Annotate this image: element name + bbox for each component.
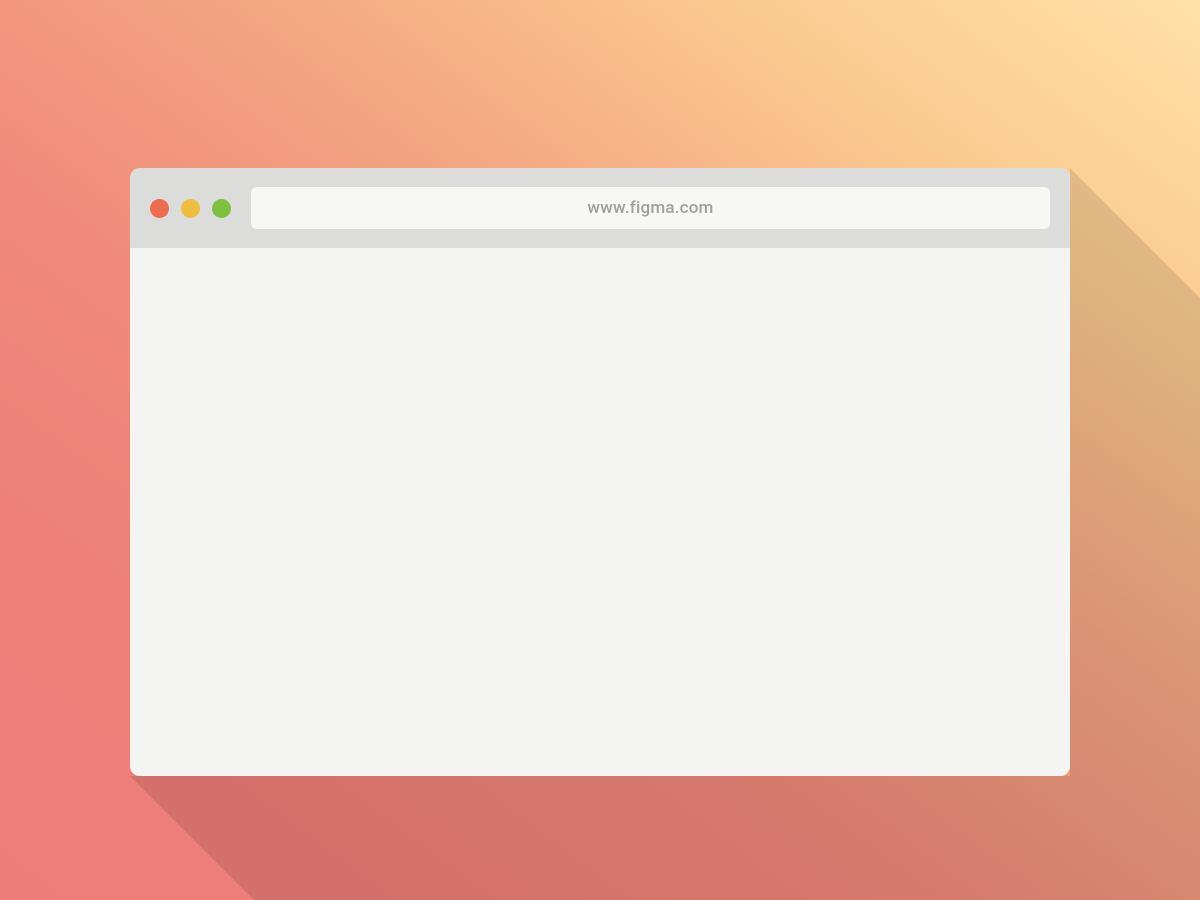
browser-title-bar: www.figma.com <box>130 168 1070 248</box>
address-bar-text: www.figma.com <box>587 198 713 218</box>
close-icon[interactable] <box>150 199 169 218</box>
browser-viewport <box>130 248 1070 776</box>
traffic-lights <box>150 199 231 218</box>
minimize-icon[interactable] <box>181 199 200 218</box>
address-bar[interactable]: www.figma.com <box>251 187 1050 229</box>
maximize-icon[interactable] <box>212 199 231 218</box>
browser-window: www.figma.com <box>130 168 1070 776</box>
